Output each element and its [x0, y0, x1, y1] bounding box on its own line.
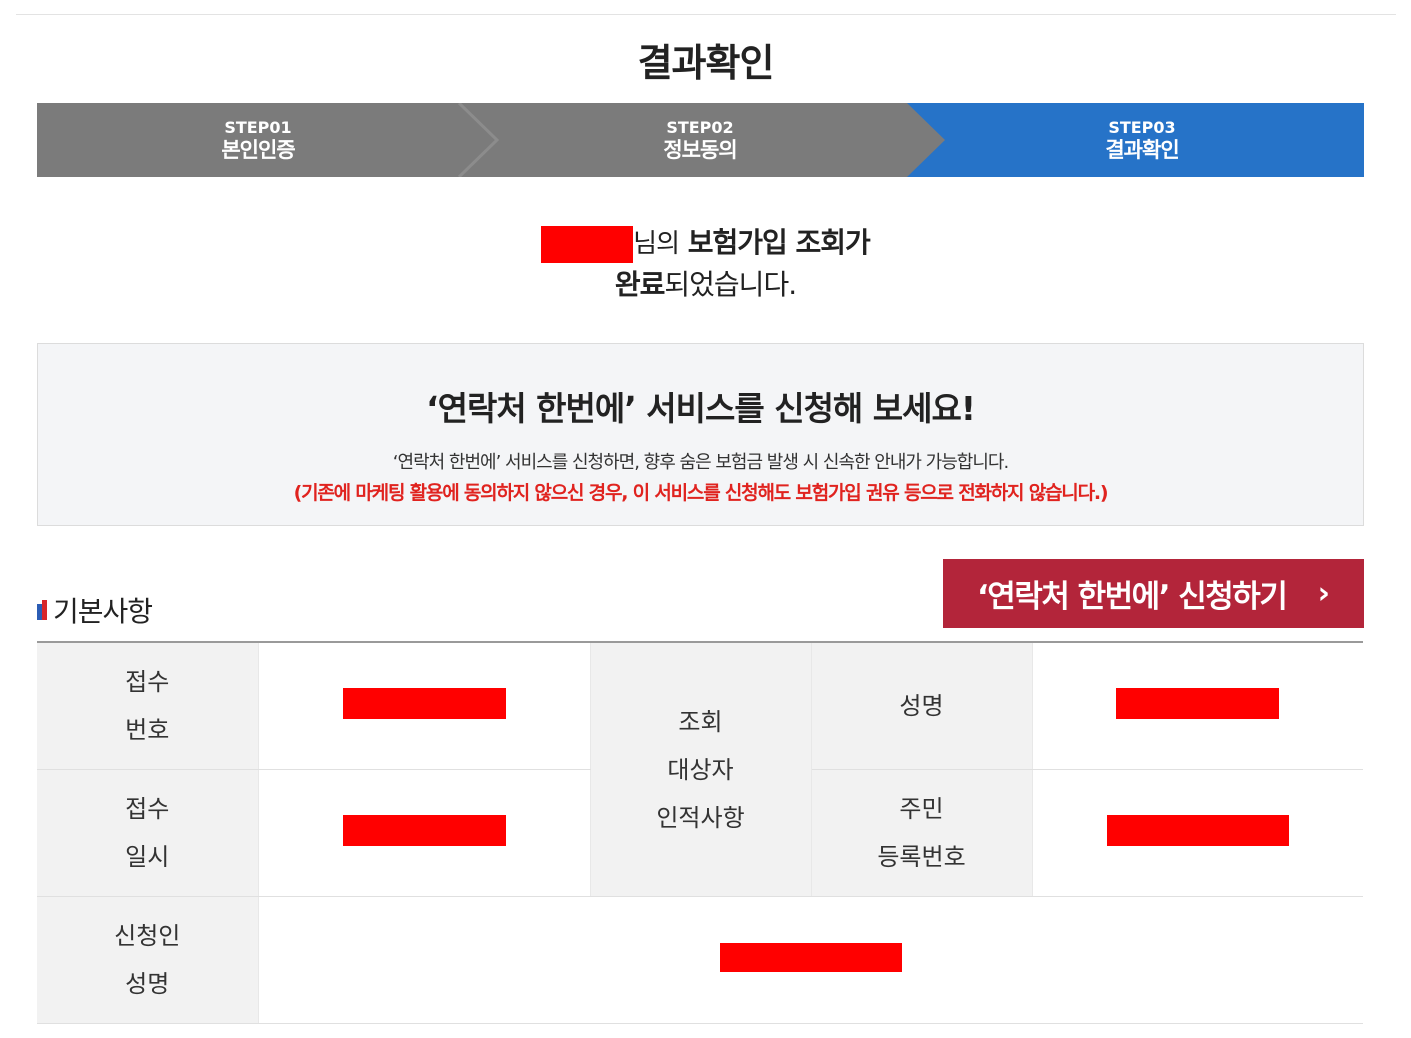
redacted-receipt-datetime — [342, 814, 506, 846]
basic-info-table: 접수 번호 조회 대상자 인적사항 성명 접수 일시 주민 등록번호 신청인 성명 — [37, 641, 1363, 1024]
receipt-number-header: 접수 번호 — [37, 642, 259, 770]
step-1: STEP01 본인인증 — [37, 103, 479, 177]
step-2-label: 정보동의 — [663, 137, 737, 162]
result-complete-word: 완료 — [614, 268, 666, 301]
page-title: 결과확인 — [637, 41, 775, 85]
step-2-number: STEP02 — [666, 117, 734, 137]
table-row: 접수 번호 조회 대상자 인적사항 성명 — [37, 642, 1363, 897]
result-line-2: 완료되었습니다. — [0, 264, 1411, 306]
step-3-label: 결과확인 — [1105, 137, 1179, 162]
applicant-name-value — [258, 896, 1363, 1024]
applicant-name-header: 신청인 성명 — [37, 896, 259, 1024]
name-value — [1032, 642, 1363, 770]
table-row: 신청인 성명 — [37, 896, 1363, 1024]
redacted-name — [1116, 687, 1280, 719]
result-name-suffix: 님의 — [633, 229, 680, 259]
step-progress: STEP01 본인인증 STEP02 정보동의 STEP03 결과확인 — [37, 103, 1364, 177]
step-2: STEP02 정보동의 — [479, 103, 921, 177]
chevron-right-icon: › — [1317, 576, 1330, 611]
result-line-1: 님의 보험가입 조회가 — [0, 222, 1411, 264]
redacted-applicant-name — [719, 942, 902, 972]
name-header: 성명 — [811, 642, 1033, 770]
result-line-2-text: 되었습니다. — [664, 268, 797, 301]
promo-box: ‘연락처 한번에’ 서비스를 신청해 보세요! ‘연락처 한번에’ 서비스를 신… — [37, 343, 1364, 526]
step-1-number: STEP01 — [224, 117, 292, 137]
section-title: 기본사항 — [53, 595, 153, 628]
top-divider — [16, 14, 1396, 15]
redacted-resident-number — [1106, 814, 1289, 846]
apply-contact-service-button[interactable]: ‘연락처 한번에’ 신청하기 › — [943, 559, 1364, 628]
target-person-header: 조회 대상자 인적사항 — [590, 642, 812, 897]
section-header: 기본사항 — [37, 590, 153, 630]
section-marker-icon — [37, 600, 47, 620]
step-1-label: 본인인증 — [221, 137, 295, 162]
result-message: 님의 보험가입 조회가 완료되었습니다. — [0, 222, 1411, 306]
result-line-1-text: 보험가입 조회가 — [687, 226, 871, 259]
apply-button-label: ‘연락처 한번에’ 신청하기 — [977, 579, 1288, 615]
receipt-number-value — [258, 642, 591, 770]
step-3-number: STEP03 — [1108, 117, 1176, 137]
redacted-receipt-number — [342, 687, 506, 719]
promo-notice: (기존에 마케팅 활용에 동의하지 않으신 경우, 이 서비스를 신청해도 보험… — [293, 482, 1109, 504]
promo-description: ‘연락처 한번에’ 서비스를 신청하면, 향후 숨은 보험금 발생 시 신속한 … — [392, 452, 1009, 473]
step-3: STEP03 결과확인 — [921, 103, 1363, 177]
receipt-datetime-value — [258, 769, 591, 897]
resident-number-value — [1032, 769, 1363, 897]
promo-title: ‘연락처 한번에’ 서비스를 신청해 보세요! — [426, 389, 976, 428]
redacted-user-name — [541, 225, 634, 263]
resident-number-header: 주민 등록번호 — [811, 769, 1033, 897]
receipt-datetime-header: 접수 일시 — [37, 769, 259, 897]
